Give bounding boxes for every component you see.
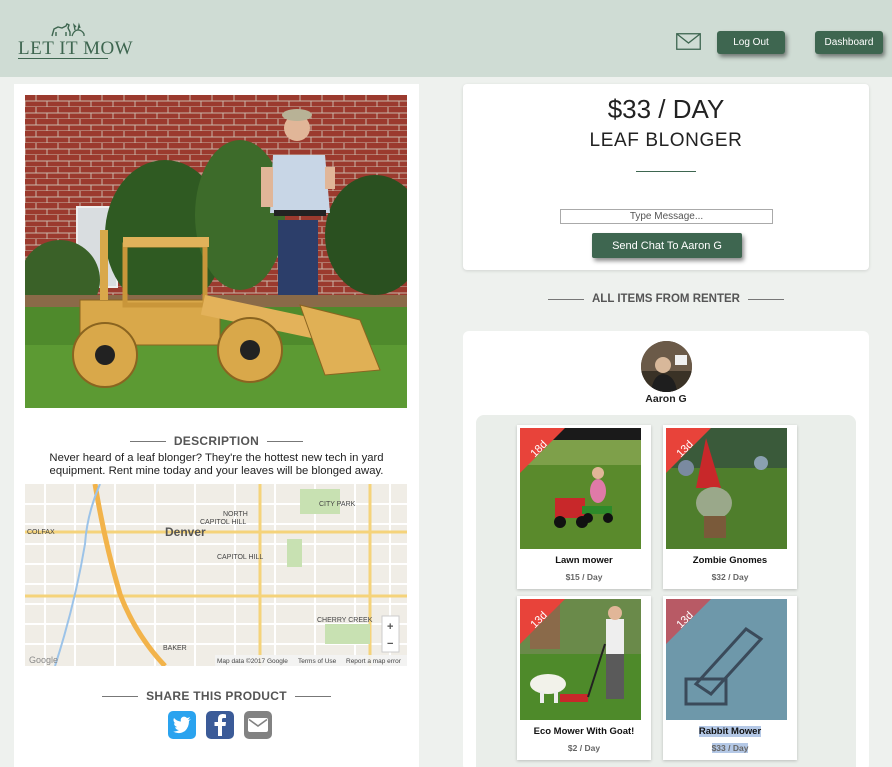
heading-rule xyxy=(748,298,784,300)
item-card-zombie-gnomes[interactable]: 13d Zombie Gnomes $32 / Day xyxy=(663,425,797,589)
heading-rule xyxy=(294,695,331,697)
map-label: CAPITOL HILL xyxy=(200,519,246,526)
top-header: LET IT MOW Log Out Dashboard xyxy=(0,0,892,77)
map-label: CAPITOL HILL xyxy=(217,554,263,561)
renter-name: Aaron G xyxy=(645,393,687,405)
map-label: COLFAX xyxy=(27,529,55,536)
facebook-icon[interactable] xyxy=(206,711,234,739)
item-photo: 18d xyxy=(520,428,641,549)
item-title: Rabbit Mower xyxy=(663,726,797,737)
description-title: DESCRIPTION xyxy=(173,434,260,448)
logout-button[interactable]: Log Out xyxy=(717,31,785,54)
map-terms-link[interactable]: Terms of Use xyxy=(298,658,337,665)
item-title: Zombie Gnomes xyxy=(692,555,768,566)
goat-logo-icon xyxy=(51,22,85,37)
item-price: $33 / Day xyxy=(663,743,797,753)
heading-rule xyxy=(547,298,584,300)
renter-card: Aaron G 18d Lawn mower $15 / Day 13d Zom… xyxy=(463,331,869,767)
location-map[interactable]: Denver COLFAX NORTH CAPITOL HILL CAPITOL… xyxy=(25,484,407,666)
selected-text: Rabbit Mower xyxy=(698,726,762,737)
item-photo: 13d xyxy=(520,599,641,720)
item-title: Eco Mower With Goat! xyxy=(533,726,635,737)
item-photo: 13d xyxy=(666,428,787,549)
chat-message-input[interactable] xyxy=(560,209,773,224)
item-price: $15 / Day xyxy=(565,572,603,582)
share-icons xyxy=(168,711,278,741)
description-heading: DESCRIPTION xyxy=(14,434,419,448)
item-title: Lawn mower xyxy=(555,555,613,566)
product-name: LEAF BLONGER xyxy=(589,130,743,151)
dashboard-button[interactable]: Dashboard xyxy=(815,31,883,54)
logo-underline xyxy=(18,58,108,59)
product-details-panel: DESCRIPTION Never heard of a leaf blonge… xyxy=(14,84,419,767)
send-chat-button[interactable]: Send Chat To Aaron G xyxy=(592,233,742,258)
share-heading: SHARE THIS PRODUCT xyxy=(14,689,419,703)
email-icon[interactable] xyxy=(244,711,272,739)
renter-avatar[interactable] xyxy=(641,341,692,392)
map-label: NORTH xyxy=(223,511,248,518)
map-label: BAKER xyxy=(163,645,187,652)
map-report-link[interactable]: Report a map error xyxy=(346,658,402,665)
rental-price: $33 / DAY xyxy=(607,94,725,124)
renter-items-heading: ALL ITEMS FROM RENTER xyxy=(463,293,869,305)
map-label: CITY PARK xyxy=(319,501,356,508)
item-photo: 13d xyxy=(666,599,787,720)
map-label: CHERRY CREEK xyxy=(317,617,373,624)
item-price: $2 / Day xyxy=(567,743,601,753)
description-text: Never heard of a leaf blonger? They're t… xyxy=(49,452,384,477)
map-zoom-in-button[interactable]: + xyxy=(387,621,393,633)
item-card-lawn-mower[interactable]: 18d Lawn mower $15 / Day xyxy=(517,425,651,589)
map-zoom-out-button[interactable]: − xyxy=(387,638,393,650)
share-title: SHARE THIS PRODUCT xyxy=(146,689,287,703)
envelope-icon[interactable] xyxy=(676,33,701,50)
heading-rule xyxy=(102,695,139,697)
title-divider xyxy=(636,171,696,172)
map-data-attribution: Map data ©2017 Google xyxy=(217,657,288,665)
logo-text: LET IT MOW xyxy=(18,38,134,59)
product-photo xyxy=(25,95,407,408)
renter-items-title: ALL ITEMS FROM RENTER xyxy=(591,293,740,305)
price-card: $33 / DAY LEAF BLONGER Send Chat To Aaro… xyxy=(463,84,869,270)
item-card-eco-mower[interactable]: 13d Eco Mower With Goat! $2 / Day xyxy=(517,596,651,760)
site-logo[interactable]: LET IT MOW xyxy=(18,20,133,60)
map-city-label: Denver xyxy=(165,525,206,539)
item-price: $32 / Day xyxy=(711,572,749,582)
item-card-rabbit-mower[interactable]: 13d Rabbit Mower $33 / Day xyxy=(663,596,797,760)
heading-rule xyxy=(267,440,304,442)
heading-rule xyxy=(129,440,166,442)
google-logo: Google xyxy=(29,655,58,665)
selected-text: $33 / Day xyxy=(711,743,749,753)
twitter-icon[interactable] xyxy=(168,711,196,739)
